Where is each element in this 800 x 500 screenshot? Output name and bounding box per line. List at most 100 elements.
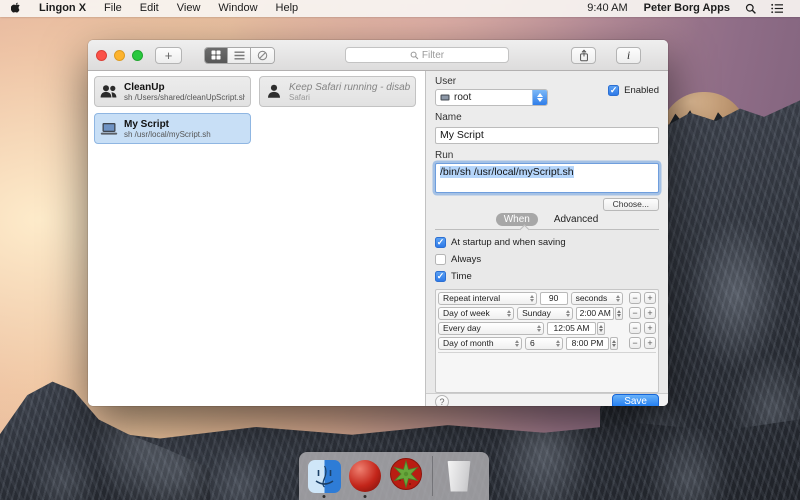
select-arrows-icon — [566, 310, 570, 317]
select-arrows-icon — [515, 340, 519, 347]
job-title: CleanUp — [124, 82, 245, 93]
choose-button[interactable]: Choose... — [603, 198, 659, 211]
stepper-arrows-icon — [597, 322, 605, 335]
menu-item-view[interactable]: View — [168, 0, 210, 17]
run-field-value: /bin/sh /usr/local/myScript.sh — [440, 166, 574, 178]
remove-row-button[interactable]: − — [629, 307, 641, 319]
checkbox[interactable] — [435, 254, 446, 265]
list-view-button[interactable] — [228, 48, 251, 63]
dock-item-lingonberry[interactable] — [389, 456, 423, 496]
select-arrows-icon — [537, 325, 541, 332]
inspector-panel: User root ✓ Enabled N — [425, 71, 668, 406]
time-row-0: Repeat interval90seconds−+ — [438, 292, 656, 305]
running-indicator — [364, 495, 367, 498]
menu-item-lingon-x[interactable]: Lingon X — [30, 0, 95, 17]
traffic-lights — [96, 50, 143, 61]
dock-separator — [432, 456, 433, 496]
tab-advanced[interactable]: Advanced — [554, 214, 598, 225]
job-list: CleanUpsh /Users/shared/cleanUpScript.sh… — [88, 71, 425, 406]
share-icon — [578, 49, 590, 62]
mini-select[interactable]: seconds — [571, 292, 623, 305]
time-stepper-field[interactable]: 8:00 PM — [566, 337, 618, 350]
zoom-button[interactable] — [132, 50, 143, 61]
select-arrows-icon — [530, 295, 534, 302]
users-icon — [100, 84, 118, 99]
trigger-checkbox-list: ✓ At startup and when saving Always ✓ Time — [435, 237, 659, 282]
remove-row-button[interactable]: − — [629, 292, 641, 304]
menu-item-edit[interactable]: Edit — [131, 0, 168, 17]
spotlight-search-icon[interactable] — [738, 3, 764, 15]
minimize-button[interactable] — [114, 50, 125, 61]
when-advanced-tabs: When Advanced — [435, 211, 659, 230]
select-arrows-icon — [556, 340, 560, 347]
name-field[interactable] — [435, 127, 659, 144]
checkbox[interactable]: ✓ — [435, 237, 446, 248]
checkbox-label: Time — [451, 271, 472, 282]
running-indicator — [323, 495, 326, 498]
menubar-clock: 9:40 AM — [579, 0, 635, 17]
mini-select[interactable]: 6 — [525, 337, 563, 350]
mini-select[interactable]: Day of month — [438, 337, 522, 350]
user-popup[interactable]: root — [435, 89, 548, 106]
checkbox-label: Always — [451, 254, 481, 265]
mini-select[interactable]: Day of week — [438, 307, 514, 320]
lingon-x-app-icon — [349, 460, 381, 492]
dock-item-lingon-app[interactable] — [348, 456, 382, 496]
select-arrows-icon — [507, 310, 511, 317]
menu-item-file[interactable]: File — [95, 0, 131, 17]
run-label: Run — [435, 150, 659, 161]
time-schedule-box: Repeat interval90seconds−+Day of weekSun… — [435, 289, 659, 393]
remove-row-button[interactable]: − — [629, 322, 641, 334]
notification-center-icon[interactable] — [764, 3, 791, 14]
help-button[interactable]: ? — [435, 395, 449, 407]
enabled-checkbox-row[interactable]: ✓ Enabled — [608, 85, 659, 96]
grid-view-button[interactable] — [205, 48, 228, 63]
dock-item-finder[interactable] — [307, 456, 341, 496]
stepper-arrows-icon — [615, 307, 623, 320]
apple-menu-icon[interactable] — [9, 2, 30, 15]
time-stepper-field[interactable]: 12:05 AM — [547, 322, 605, 335]
popup-arrows-icon — [532, 90, 547, 105]
run-field[interactable]: /bin/sh /usr/local/myScript.sh — [435, 163, 659, 193]
checkbox-label: At startup and when saving — [451, 237, 566, 248]
job-card-cleanup[interactable]: CleanUpsh /Users/shared/cleanUpScript.sh — [94, 76, 251, 107]
menu-item-help[interactable]: Help — [267, 0, 308, 17]
time-row-1: Day of weekSunday2:00 AM−+ — [438, 307, 656, 320]
share-button[interactable] — [571, 47, 596, 64]
menubar-app-title[interactable]: Peter Borg Apps — [636, 0, 738, 17]
checkbox[interactable]: ✓ — [435, 271, 446, 282]
checkbox-row-time[interactable]: ✓ Time — [435, 271, 659, 282]
menu-bar: Lingon XFileEditViewWindowHelp 9:40 AM P… — [0, 0, 800, 17]
job-subtitle: Safari — [289, 93, 410, 102]
add-row-button[interactable]: + — [644, 337, 656, 349]
laptop-icon — [100, 122, 118, 136]
add-row-button[interactable]: + — [644, 292, 656, 304]
add-row-button[interactable]: + — [644, 307, 656, 319]
checkbox-row-always[interactable]: Always — [435, 254, 659, 265]
info-button[interactable]: i — [616, 47, 641, 64]
value-input[interactable]: 90 — [540, 292, 568, 305]
job-card-keep-safari-running-disabled[interactable]: Keep Safari running - disabledSafari — [259, 76, 416, 107]
add-row-button[interactable]: + — [644, 322, 656, 334]
menu-item-window[interactable]: Window — [209, 0, 266, 17]
select-arrows-icon — [616, 295, 620, 302]
save-button[interactable]: Save — [612, 394, 659, 407]
checkbox-row-at-startup-and-when-saving[interactable]: ✓ At startup and when saving — [435, 237, 659, 248]
filter-search-field[interactable]: Filter — [345, 47, 509, 63]
mini-select[interactable]: Repeat interval — [438, 292, 537, 305]
job-card-my-script[interactable]: My Scriptsh /usr/local/myScript.sh — [94, 113, 251, 144]
user-label: User — [435, 76, 548, 87]
remove-row-button[interactable]: − — [629, 337, 641, 349]
time-stepper-field[interactable]: 2:00 AM — [576, 307, 623, 320]
close-button[interactable] — [96, 50, 107, 61]
tab-when[interactable]: When — [496, 213, 538, 226]
mini-select[interactable]: Sunday — [517, 307, 573, 320]
trash-icon — [446, 461, 472, 492]
dock-item-trash[interactable] — [442, 456, 476, 496]
expert-view-button[interactable] — [251, 48, 274, 63]
time-row-3: Day of month68:00 PM−+ — [438, 337, 656, 350]
add-job-button[interactable]: + — [155, 47, 182, 64]
enabled-checkbox[interactable]: ✓ — [608, 85, 619, 96]
mini-select[interactable]: Every day — [438, 322, 544, 335]
job-subtitle: sh /usr/local/myScript.sh — [124, 130, 211, 139]
